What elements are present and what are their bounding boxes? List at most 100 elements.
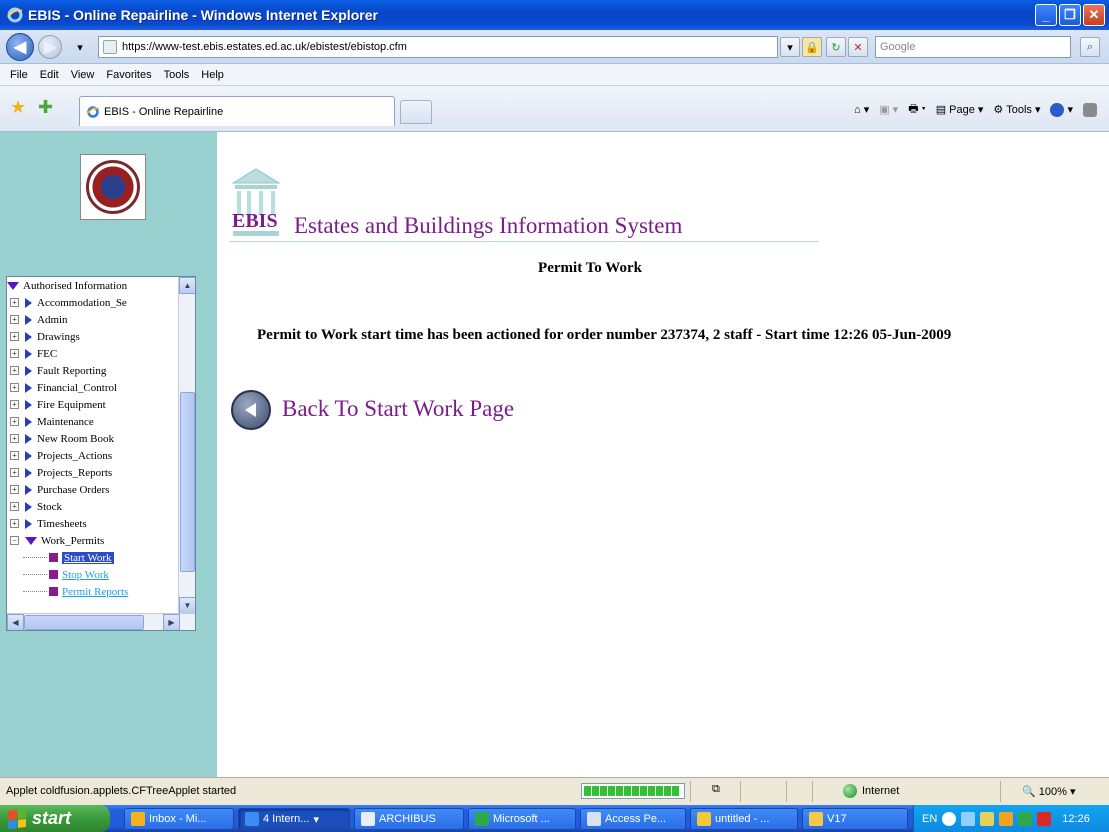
favorites-star-icon[interactable]: ★ — [10, 97, 26, 118]
help-icon[interactable]: ▾ — [1050, 102, 1073, 117]
scroll-left-icon[interactable]: ◀ — [7, 614, 24, 630]
university-crest-logo — [80, 154, 146, 220]
task-internet-explorer[interactable]: 4 Intern... ▾ — [238, 808, 350, 830]
expand-icon[interactable]: + — [10, 400, 19, 409]
home-icon[interactable]: ⌂ ▾ — [854, 103, 869, 116]
search-icon[interactable]: ⌕ — [1080, 37, 1100, 57]
menu-tools[interactable]: Tools — [164, 69, 190, 81]
header-divider — [229, 241, 819, 242]
tray-app-icon[interactable] — [980, 811, 995, 826]
expand-icon[interactable]: + — [10, 383, 19, 392]
menu-favorites[interactable]: Favorites — [106, 69, 151, 81]
tray-arrow-icon[interactable] — [942, 811, 957, 826]
tree-item-label: Drawings — [37, 330, 80, 343]
refresh-icon[interactable]: ↻ — [826, 37, 846, 57]
security-zone[interactable]: Internet — [843, 784, 899, 798]
expand-icon[interactable]: + — [10, 332, 19, 341]
new-tab-button[interactable] — [400, 100, 432, 124]
tree-leaf-stop-work[interactable]: Stop Work — [7, 566, 195, 583]
tree-item[interactable]: + Financial_Control — [7, 379, 195, 396]
scroll-right-icon[interactable]: ▶ — [163, 614, 180, 630]
history-dropdown-icon[interactable]: ▾ — [70, 37, 90, 57]
expand-icon[interactable]: + — [10, 434, 19, 443]
tools-menu[interactable]: ⚙ Tools ▾ — [993, 103, 1040, 117]
stop-icon[interactable]: ✕ — [848, 37, 868, 57]
system-tray: EN 12:26 — [913, 805, 1109, 832]
expand-icon[interactable]: + — [10, 451, 19, 460]
popup-blocker-icon[interactable]: ⧉ — [712, 783, 720, 796]
expand-icon[interactable]: + — [10, 349, 19, 358]
expand-icon[interactable]: + — [10, 485, 19, 494]
address-url[interactable]: https://www-test.ebis.estates.ed.ac.uk/e… — [122, 41, 407, 53]
expand-icon[interactable]: + — [10, 519, 19, 528]
collapse-icon[interactable]: − — [10, 536, 19, 545]
task-inbox[interactable]: Inbox - Mi... — [124, 808, 234, 830]
back-nav-button[interactable]: ◀ — [6, 33, 34, 61]
tree-item[interactable]: + Accommodation_Se — [7, 294, 195, 311]
lock-icon[interactable]: 🔒 — [802, 37, 822, 57]
task-untitled[interactable]: untitled - ... — [690, 808, 798, 830]
close-button[interactable]: ✕ — [1083, 4, 1105, 26]
back-arrow-icon[interactable] — [231, 390, 271, 430]
zoom-level[interactable]: 🔍 100% ▾ — [1022, 785, 1075, 798]
tray-outlook-icon[interactable] — [999, 811, 1014, 826]
tree-item[interactable]: + Timesheets — [7, 515, 195, 532]
expand-icon[interactable]: + — [10, 298, 19, 307]
research-icon[interactable] — [1083, 102, 1097, 117]
tree-item[interactable]: + FEC — [7, 345, 195, 362]
language-indicator[interactable]: EN — [922, 813, 937, 825]
expand-icon[interactable]: + — [10, 366, 19, 375]
search-input[interactable]: Google — [875, 36, 1071, 58]
feeds-icon[interactable]: ▣ ▾ — [879, 103, 898, 116]
tab-ebis[interactable]: EBIS - Online Repairline — [79, 96, 395, 126]
tree-item[interactable]: + Fire Equipment — [7, 396, 195, 413]
leaf-icon — [49, 570, 58, 579]
minimize-button[interactable]: _ — [1035, 4, 1057, 26]
collapsed-arrow-icon — [25, 416, 32, 427]
back-to-start-work-link[interactable]: Back To Start Work Page — [282, 396, 514, 422]
menu-help[interactable]: Help — [201, 69, 224, 81]
menu-view[interactable]: View — [71, 69, 95, 81]
tree-horizontal-scrollbar[interactable]: ◀ ▶ — [7, 613, 195, 630]
scroll-down-icon[interactable]: ▼ — [179, 597, 195, 614]
tree-root[interactable]: Authorised Information — [7, 277, 195, 294]
menu-edit[interactable]: Edit — [40, 69, 59, 81]
tree-leaf-start-work[interactable]: Start Work — [7, 549, 195, 566]
expand-icon[interactable]: + — [10, 315, 19, 324]
h-scroll-thumb[interactable] — [24, 615, 144, 630]
scroll-up-icon[interactable]: ▲ — [179, 277, 195, 294]
expand-icon[interactable]: + — [10, 468, 19, 477]
tray-k-icon[interactable] — [1037, 811, 1052, 826]
print-icon[interactable]: 🖶 ▾ — [908, 100, 926, 119]
address-dropdown-icon[interactable]: ▾ — [780, 37, 800, 57]
scroll-thumb[interactable] — [180, 392, 195, 572]
menu-file[interactable]: File — [10, 69, 28, 81]
add-favorites-icon[interactable]: ✚ — [38, 97, 53, 118]
menu-bar: File Edit View Favorites Tools Help — [0, 64, 1109, 86]
expand-icon[interactable]: + — [10, 502, 19, 511]
tree-item-work-permits[interactable]: − Work_Permits — [7, 532, 195, 549]
tree-item[interactable]: + Admin — [7, 311, 195, 328]
tree-vertical-scrollbar[interactable]: ▲ ▼ — [178, 277, 195, 614]
forward-nav-button[interactable]: ▶ — [38, 35, 62, 59]
tree-item[interactable]: + Drawings — [7, 328, 195, 345]
task-archibus[interactable]: ARCHIBUS — [354, 808, 464, 830]
tree-item[interactable]: + Maintenance — [7, 413, 195, 430]
tree-item[interactable]: + New Room Book — [7, 430, 195, 447]
tree-leaf-permit-reports[interactable]: Permit Reports — [7, 583, 195, 600]
tree-item[interactable]: + Purchase Orders — [7, 481, 195, 498]
tree-item[interactable]: + Fault Reporting — [7, 362, 195, 379]
tree-item[interactable]: + Projects_Actions — [7, 447, 195, 464]
expand-icon[interactable]: + — [10, 417, 19, 426]
start-button[interactable]: start — [0, 805, 110, 832]
tray-network-icon[interactable] — [961, 811, 976, 826]
task-microsoft[interactable]: Microsoft ... — [468, 808, 576, 830]
task-v17[interactable]: V17 — [802, 808, 908, 830]
task-access[interactable]: Access Pe... — [580, 808, 686, 830]
tray-v-icon[interactable] — [1018, 811, 1033, 826]
tree-item[interactable]: + Stock — [7, 498, 195, 515]
page-menu[interactable]: ▤ Page ▾ — [936, 103, 984, 117]
restore-button[interactable]: ❐ — [1059, 4, 1081, 26]
tree-item[interactable]: + Projects_Reports — [7, 464, 195, 481]
address-bar[interactable]: https://www-test.ebis.estates.ed.ac.uk/e… — [98, 36, 778, 58]
